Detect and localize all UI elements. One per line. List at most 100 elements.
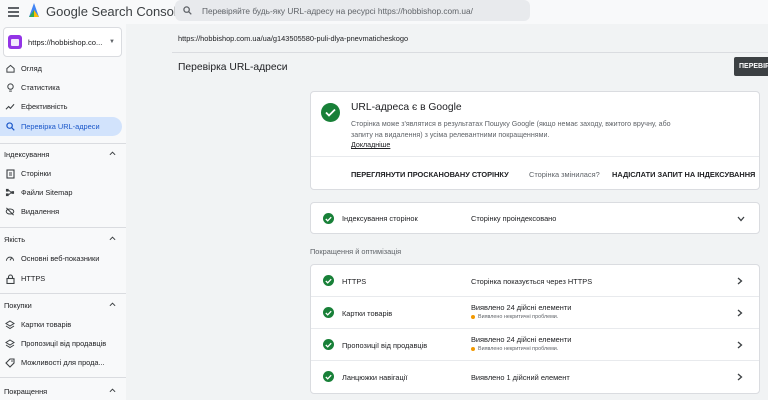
pages-icon <box>5 168 15 179</box>
request-indexing-button[interactable]: НАДІСЛАТИ ЗАПИТ НА ІНДЕКСУВАННЯ <box>612 170 755 179</box>
enhancement-row-breadcrumbs[interactable]: Ланцюжки навігації Виявлено 1 дійсний ел… <box>311 361 759 393</box>
product-icon <box>5 319 15 330</box>
chevron-up-icon <box>109 302 116 307</box>
trending-up-icon <box>5 102 15 112</box>
enhancement-row-https[interactable]: HTTPS Сторінка показується через HTTPS <box>311 265 759 297</box>
search-input[interactable] <box>202 5 522 16</box>
chevron-up-icon <box>109 236 116 241</box>
sidebar-item-label: Можливості для прода... <box>21 358 105 367</box>
lock-icon <box>5 273 15 284</box>
row-label: Індексування сторінок <box>342 214 418 223</box>
lightbulb-icon <box>5 83 15 93</box>
row-warning: Виявлено некритичні проблеми. <box>471 346 558 352</box>
chevron-right-icon <box>737 341 743 349</box>
section-title: Покупки <box>4 300 32 310</box>
sidebar-item-label: Основні веб-показники <box>21 254 100 263</box>
check-circle-icon <box>323 307 334 318</box>
warning-text: Виявлено некритичні проблеми. <box>478 314 559 320</box>
row-value: Виявлено 24 дійсні елементи <box>471 303 572 312</box>
learn-more-link[interactable]: Докладніше <box>351 141 390 149</box>
inspected-url: https://hobbishop.com.ua/ua/g143505580-p… <box>178 34 409 43</box>
row-label: HTTPS <box>342 277 367 286</box>
sidebar-item-label: Видалення <box>21 207 60 216</box>
sidebar-item-performance[interactable]: Ефективність <box>0 97 122 116</box>
chevron-up-icon <box>109 388 116 393</box>
property-label: https://hobbishop.co... <box>28 37 103 47</box>
enhancement-row-product-snippets[interactable]: Картки товарів Виявлено 24 дійсні елемен… <box>311 297 759 329</box>
sitemap-icon <box>5 188 15 198</box>
property-selector[interactable]: https://hobbishop.co... ▼ <box>3 27 122 57</box>
chevron-down-icon <box>737 216 745 222</box>
card-divider <box>311 156 759 157</box>
row-label: Картки товарів <box>342 309 393 318</box>
sidebar-item-label: Статистика <box>21 83 60 92</box>
row-value: Сторінка показується через HTTPS <box>471 277 593 286</box>
warning-dot-icon <box>471 315 475 319</box>
sidebar-item-overview[interactable]: Огляд <box>0 59 122 78</box>
chevron-right-icon <box>737 373 743 381</box>
row-value: Виявлено 1 дійсний елемент <box>471 373 570 382</box>
url-inspection-search[interactable] <box>175 0 530 21</box>
enhancements-heading: Покращення й оптимізація <box>310 247 402 256</box>
removals-icon <box>5 207 15 217</box>
chevron-right-icon <box>737 277 743 285</box>
sidebar-item-label: Файли Sitemap <box>21 188 73 197</box>
check-circle-icon <box>323 339 334 350</box>
search-console-logo-icon <box>29 3 39 17</box>
warning-text: Виявлено некритичні проблеми. <box>478 346 559 352</box>
sidebar-item-label: Перевірка URL-адреси <box>21 122 100 131</box>
sidebar-item-label: Огляд <box>21 64 42 73</box>
section-title: Індексування <box>4 149 50 159</box>
row-label: Ланцюжки навігації <box>342 373 408 382</box>
sidebar-item-sitemaps[interactable]: Файли Sitemap <box>0 183 122 202</box>
sidebar-item-statistics[interactable]: Статистика <box>0 78 122 97</box>
check-circle-icon <box>323 213 334 224</box>
sidebar: https://hobbishop.co... ▼ Огляд Статисти… <box>0 24 126 400</box>
app-title: Google Search Console <box>46 4 185 19</box>
enhancements-list: HTTPS Сторінка показується через HTTPS К… <box>310 264 760 394</box>
status-description: Сторінка може з'являтися в результатах П… <box>351 120 671 139</box>
sidebar-item-label: HTTPS <box>21 274 46 283</box>
property-icon <box>8 35 22 49</box>
check-circle-icon <box>323 275 334 286</box>
url-divider <box>172 52 768 53</box>
merchant-icon <box>5 338 15 349</box>
warning-dot-icon <box>471 347 475 351</box>
sidebar-item-label: Картки товарів <box>21 320 72 329</box>
index-status-card: URL-адреса є в Google Сторінка може з'яв… <box>310 91 760 190</box>
check-button[interactable]: ПЕРЕВІР <box>734 57 768 76</box>
search-icon <box>183 6 192 15</box>
check-circle-icon <box>321 103 340 122</box>
page-changed-question: Сторінка змінилася? <box>529 170 600 179</box>
section-indexing[interactable]: Індексування <box>0 146 122 162</box>
status-title: URL-адреса є в Google <box>351 102 462 113</box>
sidebar-item-core-web-vitals[interactable]: Основні веб-показники <box>0 249 122 268</box>
sidebar-item-label: Сторінки <box>21 169 51 178</box>
sidebar-item-url-inspection[interactable]: Перевірка URL-адреси <box>0 117 122 136</box>
section-quality[interactable]: Якість <box>0 231 122 247</box>
row-value: Виявлено 24 дійсні елементи <box>471 335 572 344</box>
sidebar-item-product-snippets[interactable]: Картки товарів <box>0 315 122 334</box>
sidebar-divider <box>0 227 126 228</box>
row-value: Сторінку проіндексовано <box>471 214 557 223</box>
view-crawled-page-button[interactable]: ПЕРЕГЛЯНУТИ ПРОСКАНОВАНУ СТОРІНКУ <box>351 170 509 179</box>
section-shopping[interactable]: Покупки <box>0 297 122 313</box>
sidebar-item-removals[interactable]: Видалення <box>0 202 122 221</box>
sidebar-divider <box>0 143 126 144</box>
menu-icon[interactable] <box>4 3 22 21</box>
row-warning: Виявлено некритичні проблеми. <box>471 314 558 320</box>
section-title: Якість <box>4 234 26 244</box>
sidebar-divider <box>0 293 126 294</box>
home-icon <box>5 64 15 74</box>
section-enhancements[interactable]: Покращення <box>0 383 122 399</box>
caret-down-icon: ▼ <box>109 39 115 45</box>
enhancement-row-merchant-listings[interactable]: Пропозиції від продавців Виявлено 24 дій… <box>311 329 759 361</box>
tag-icon <box>5 357 15 368</box>
chevron-right-icon <box>737 309 743 317</box>
sidebar-item-label: Ефективність <box>21 102 68 111</box>
page-indexing-row[interactable]: Індексування сторінок Сторінку проіндекс… <box>310 202 760 234</box>
sidebar-item-shopping-opportunities[interactable]: Можливості для прода... <box>0 353 122 372</box>
sidebar-item-pages[interactable]: Сторінки <box>0 164 122 183</box>
sidebar-item-merchant-listings[interactable]: Пропозиції від продавців <box>0 334 122 353</box>
sidebar-item-https[interactable]: HTTPS <box>0 269 122 288</box>
